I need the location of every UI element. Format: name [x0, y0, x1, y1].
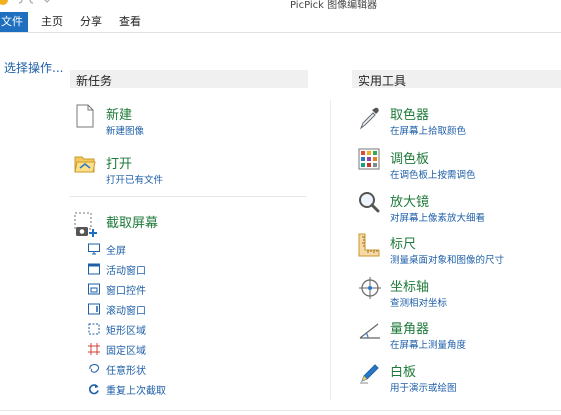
window-title: PicPick 图像编辑器	[290, 0, 378, 11]
new-image-item[interactable]: 新建 新建图像	[74, 102, 294, 138]
title-bar: PicPick 图像编辑器	[0, 0, 561, 12]
tool-palette[interactable]: 调色板 在调色板上按需调色	[356, 146, 556, 182]
protractor-subtitle: 在屏幕上测量角度	[390, 340, 467, 351]
fixed-region-label: 固定区域	[106, 346, 146, 357]
tool-magnifier[interactable]: 放大镜 对屏幕上像素放大细看	[356, 189, 556, 225]
scroll-window-label: 滚动窗口	[106, 306, 146, 317]
ribbon-tabs: 文件 主页 分享 查看	[0, 12, 561, 32]
tool-crosshair[interactable]: 坐标轴 查测相对坐标	[356, 274, 556, 310]
palette-title: 调色板	[390, 152, 430, 167]
capture-title: 截取屏幕	[106, 216, 159, 231]
protractor-title: 量角器	[390, 322, 430, 337]
tool-color-picker[interactable]: 取色器 在屏幕上拾取颜色	[356, 104, 556, 140]
app-logo-icon[interactable]	[0, 0, 8, 5]
window-icon	[88, 263, 100, 275]
color-picker-subtitle: 在屏幕上拾取颜色	[390, 126, 467, 137]
window-control-label: 窗口控件	[106, 286, 146, 297]
tab-home[interactable]: 主页	[38, 12, 66, 32]
quick-access-dropdown-icon[interactable]	[42, 0, 52, 5]
crosshair-icon	[359, 277, 381, 299]
select-action-link[interactable]: 选择操作...	[4, 59, 63, 76]
new-task-header-label: 新任务	[76, 74, 113, 88]
undo-icon[interactable]	[14, 0, 24, 5]
capture-screen-icon	[74, 212, 97, 237]
repeat-last-label: 重复上次截取	[106, 386, 166, 397]
tab-view[interactable]: 查看	[116, 12, 144, 32]
monitor-icon	[88, 243, 100, 255]
palette-icon	[358, 148, 380, 170]
scroll-window-icon	[88, 303, 100, 315]
rectangle-region-label: 矩形区域	[106, 326, 146, 337]
fixed-region-icon	[88, 343, 100, 355]
open-subtitle: 打开已有文件	[106, 175, 164, 186]
redo-icon[interactable]	[28, 0, 38, 5]
rectangle-region-icon	[88, 323, 100, 335]
ribbon-divider	[0, 32, 561, 33]
open-title: 打开	[106, 157, 133, 172]
fullscreen-label: 全屏	[106, 246, 126, 257]
ruler-subtitle: 测量桌面对象和图像的尺寸	[390, 255, 505, 266]
tool-whiteboard[interactable]: 白板 用于演示或绘图	[356, 359, 556, 395]
color-picker-title: 取色器	[390, 108, 430, 123]
ruler-icon	[358, 233, 380, 257]
tool-protractor[interactable]: 量角器 在屏幕上测量角度	[356, 316, 556, 352]
new-document-icon	[76, 104, 94, 128]
crosshair-title: 坐标轴	[390, 280, 430, 295]
new-task-header: 新任务	[70, 70, 308, 88]
magnifier-title: 放大镜	[390, 195, 430, 210]
new-subtitle: 新建图像	[106, 126, 145, 137]
whiteboard-pen-icon	[360, 364, 379, 384]
capture-screen-item[interactable]: 截取屏幕	[74, 210, 294, 237]
magnifier-icon	[359, 192, 380, 213]
open-file-item[interactable]: 打开 打开已有文件	[74, 151, 294, 187]
crosshair-subtitle: 查测相对坐标	[390, 298, 448, 309]
protractor-icon	[359, 323, 380, 339]
window-control-icon	[88, 283, 100, 295]
freehand-label: 任意形状	[106, 366, 146, 377]
tab-file[interactable]: 文件	[0, 12, 28, 32]
whiteboard-title: 白板	[390, 365, 417, 380]
ruler-title: 标尺	[390, 237, 417, 252]
open-folder-icon	[74, 156, 96, 173]
magnifier-subtitle: 对屏幕上像素放大细看	[390, 213, 486, 224]
column-divider	[330, 100, 331, 400]
tab-share[interactable]: 分享	[77, 12, 105, 32]
bottom-divider	[0, 410, 561, 411]
whiteboard-subtitle: 用于演示或绘图	[390, 383, 457, 394]
palette-subtitle: 在调色板上按需调色	[390, 170, 476, 181]
tool-ruler[interactable]: 标尺 测量桌面对象和图像的尺寸	[356, 231, 556, 267]
section-divider	[70, 196, 306, 197]
repeat-icon	[89, 384, 99, 395]
new-title: 新建	[106, 108, 133, 123]
active-window-label: 活动窗口	[106, 266, 146, 277]
tools-header-label: 实用工具	[358, 74, 407, 88]
tools-header: 实用工具	[352, 70, 561, 88]
freehand-icon	[89, 364, 99, 373]
eyedropper-icon	[359, 107, 379, 130]
